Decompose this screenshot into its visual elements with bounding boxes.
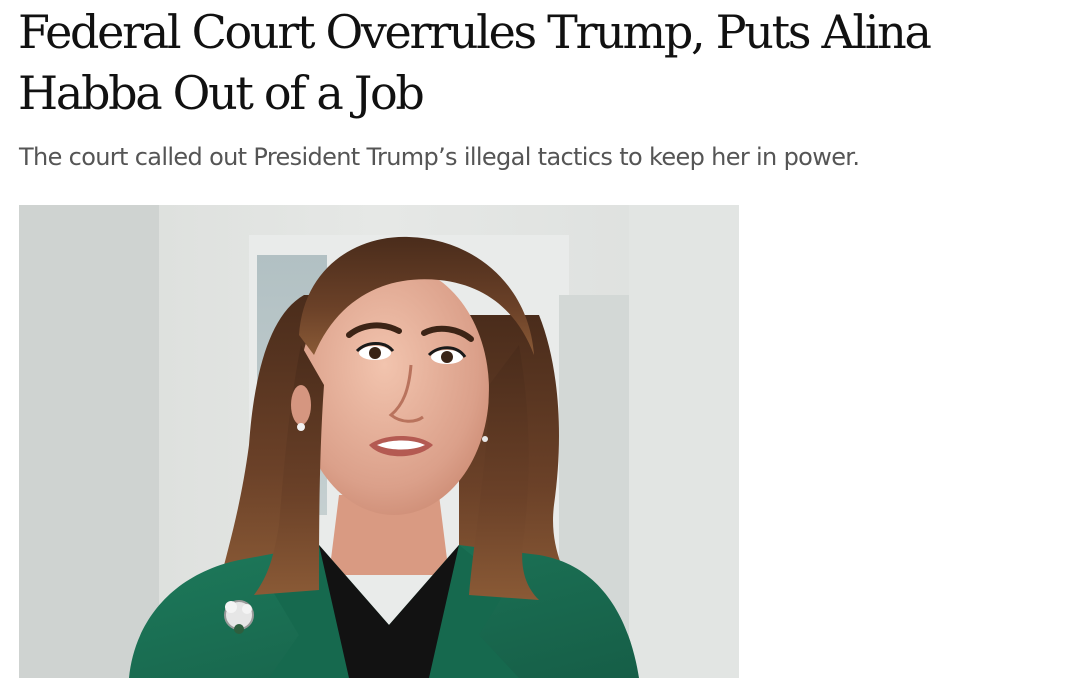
hero-image bbox=[19, 205, 739, 678]
article-headline: Federal Court Overrules Trump, Puts Alin… bbox=[18, 5, 932, 120]
portrait-illustration bbox=[19, 205, 739, 678]
article-header: Federal Court Overrules Trump, Puts Alin… bbox=[0, 0, 1076, 678]
article-dek: The court called out President Trump’s i… bbox=[19, 143, 860, 171]
